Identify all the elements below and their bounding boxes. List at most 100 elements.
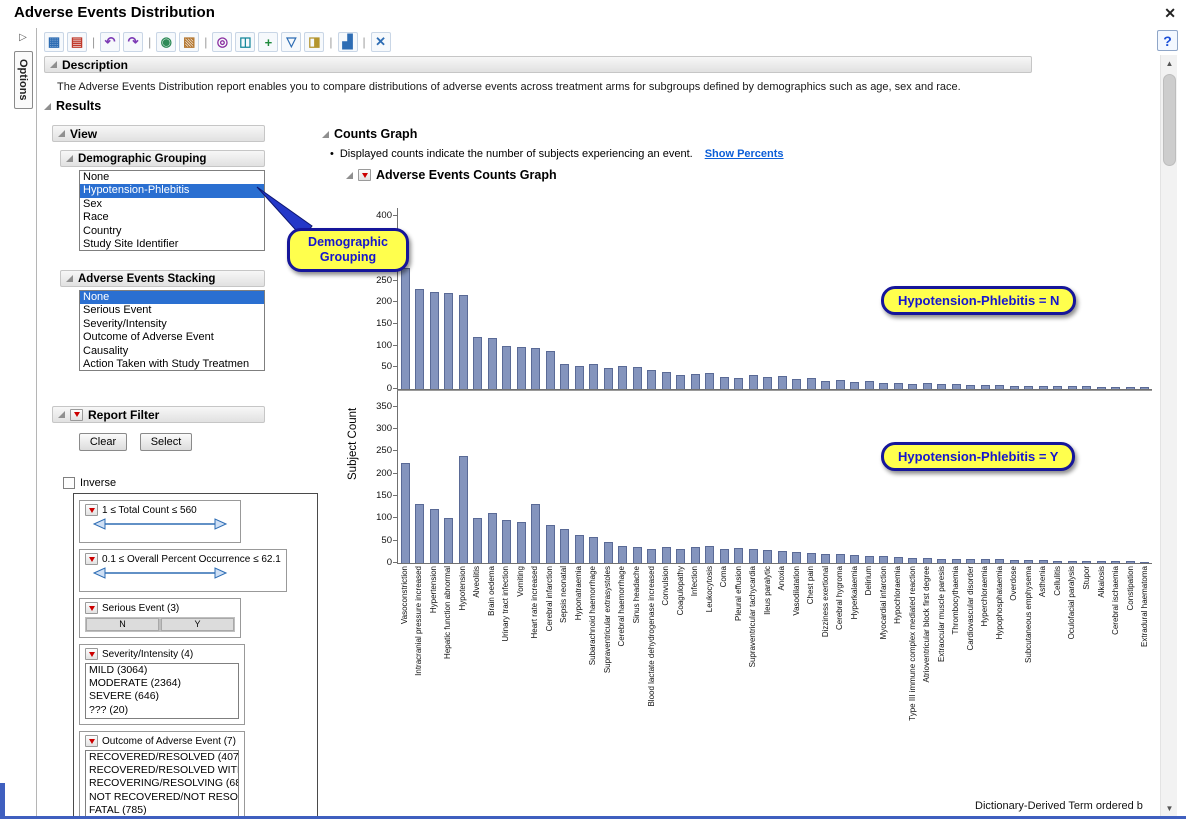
bar[interactable] — [937, 559, 946, 563]
bar[interactable] — [415, 289, 424, 389]
bar[interactable] — [734, 548, 743, 563]
red-triangle-menu-icon[interactable] — [358, 169, 371, 181]
bar[interactable] — [821, 554, 830, 563]
bar[interactable] — [502, 520, 511, 563]
bar[interactable] — [517, 347, 526, 389]
bar[interactable] — [1024, 560, 1033, 563]
results-header[interactable]: Results — [44, 99, 101, 113]
bar[interactable] — [981, 385, 990, 389]
bar[interactable] — [546, 351, 555, 389]
bar[interactable] — [1140, 387, 1149, 389]
bar[interactable] — [836, 380, 845, 389]
expand-panel-icon[interactable]: ▷ — [10, 32, 36, 43]
demographic-grouping-list[interactable]: NoneHypotension-PhlebitisSexRaceCountryS… — [79, 170, 265, 251]
bar[interactable] — [647, 549, 656, 563]
demographic-grouping-item[interactable]: Sex — [80, 198, 264, 211]
bar[interactable] — [850, 555, 859, 563]
bar[interactable] — [575, 366, 584, 389]
bar[interactable] — [604, 368, 613, 389]
adverse-events-stacking-item[interactable]: Severity/Intensity — [80, 318, 264, 331]
bar[interactable] — [705, 546, 714, 563]
demographic-grouping-item[interactable]: Race — [80, 211, 264, 224]
globe-refresh-icon[interactable]: ◉ — [156, 32, 176, 52]
bar[interactable] — [836, 554, 845, 563]
outcome-item[interactable]: RECOVERED/RESOLVED WITH — [86, 764, 238, 777]
demographic-grouping-item[interactable]: Country — [80, 225, 264, 238]
bar[interactable] — [546, 525, 555, 563]
red-triangle-menu-icon[interactable] — [85, 504, 98, 516]
bar[interactable] — [488, 513, 497, 563]
undo-icon[interactable]: ↶ — [100, 32, 120, 52]
bar[interactable] — [937, 384, 946, 389]
bar[interactable] — [430, 292, 439, 390]
percent-occurrence-range-slider[interactable] — [85, 565, 235, 581]
adverse-events-stacking-item[interactable]: Serious Event — [80, 304, 264, 317]
bar[interactable] — [952, 384, 961, 389]
bar[interactable] — [807, 553, 816, 563]
bar[interactable] — [691, 374, 700, 389]
show-percents-link[interactable]: Show Percents — [705, 148, 784, 160]
scroll-down-icon[interactable]: ▼ — [1161, 800, 1178, 816]
bar[interactable] — [850, 382, 859, 389]
report-filter-header[interactable]: Report Filter — [52, 406, 265, 423]
window-table-icon[interactable]: ◫ — [235, 32, 255, 52]
bar[interactable] — [923, 383, 932, 389]
serious-option-n[interactable]: N — [86, 618, 159, 631]
scrollbar-thumb[interactable] — [1163, 74, 1176, 166]
bar[interactable] — [894, 557, 903, 563]
inverse-checkbox[interactable] — [63, 477, 75, 489]
severity-list[interactable]: MILD (3064)MODERATE (2364)SEVERE (646)??… — [85, 663, 239, 719]
bar[interactable] — [415, 504, 424, 563]
adverse-events-stacking-item[interactable]: Action Taken with Study Treatmen — [80, 358, 264, 371]
bar[interactable] — [633, 367, 642, 389]
data-table-icon[interactable]: ▦ — [44, 32, 64, 52]
add-table-icon[interactable]: + — [258, 32, 278, 52]
annotate-icon[interactable]: ◨ — [304, 32, 324, 52]
disclosure-icon[interactable] — [346, 172, 353, 179]
bar[interactable] — [778, 551, 787, 563]
bar[interactable] — [749, 549, 758, 563]
callout-demographic-grouping[interactable]: Demographic Grouping — [287, 228, 409, 272]
bar[interactable] — [792, 379, 801, 389]
red-triangle-menu-icon[interactable] — [85, 648, 98, 660]
severity-item[interactable]: SEVERE (646) — [86, 690, 238, 703]
red-triangle-menu-icon[interactable] — [70, 409, 83, 421]
bar[interactable] — [749, 375, 758, 389]
bar[interactable] — [908, 558, 917, 563]
disclosure-icon[interactable] — [50, 61, 57, 68]
disclosure-icon[interactable] — [322, 131, 329, 138]
bar[interactable] — [995, 385, 1004, 389]
vertical-scrollbar[interactable]: ▲ ▼ — [1160, 55, 1177, 816]
bar[interactable] — [531, 348, 540, 389]
document-preview-icon[interactable]: ▧ — [179, 32, 199, 52]
bar[interactable] — [676, 375, 685, 389]
bar[interactable] — [894, 383, 903, 390]
bar[interactable] — [589, 537, 598, 563]
bar[interactable] — [705, 373, 714, 389]
bar[interactable] — [952, 559, 961, 563]
bar[interactable] — [995, 559, 1004, 563]
bar[interactable] — [1068, 561, 1077, 563]
bar[interactable] — [865, 381, 874, 389]
bar[interactable] — [444, 293, 453, 389]
bar[interactable] — [1039, 386, 1048, 389]
bar[interactable] — [575, 535, 584, 563]
bar[interactable] — [966, 559, 975, 563]
bar[interactable] — [1024, 386, 1033, 389]
bar[interactable] — [560, 529, 569, 563]
bar[interactable] — [763, 550, 772, 563]
disclosure-icon[interactable] — [58, 411, 65, 418]
bar[interactable] — [763, 377, 772, 389]
bar[interactable] — [821, 381, 830, 389]
bar[interactable] — [1068, 386, 1077, 389]
adverse-events-stacking-item[interactable]: Outcome of Adverse Event — [80, 331, 264, 344]
disclosure-icon[interactable] — [66, 275, 73, 282]
bar[interactable] — [720, 377, 729, 389]
bar[interactable] — [1140, 562, 1149, 564]
adverse-events-stacking-item[interactable]: None — [80, 291, 264, 304]
demographic-grouping-item[interactable]: Study Site Identifier — [80, 238, 264, 251]
bar[interactable] — [662, 372, 671, 389]
chart-tools-icon[interactable]: ▟ — [338, 32, 358, 52]
demographic-grouping-item[interactable]: Hypotension-Phlebitis — [80, 184, 264, 197]
disclosure-icon[interactable] — [66, 155, 73, 162]
